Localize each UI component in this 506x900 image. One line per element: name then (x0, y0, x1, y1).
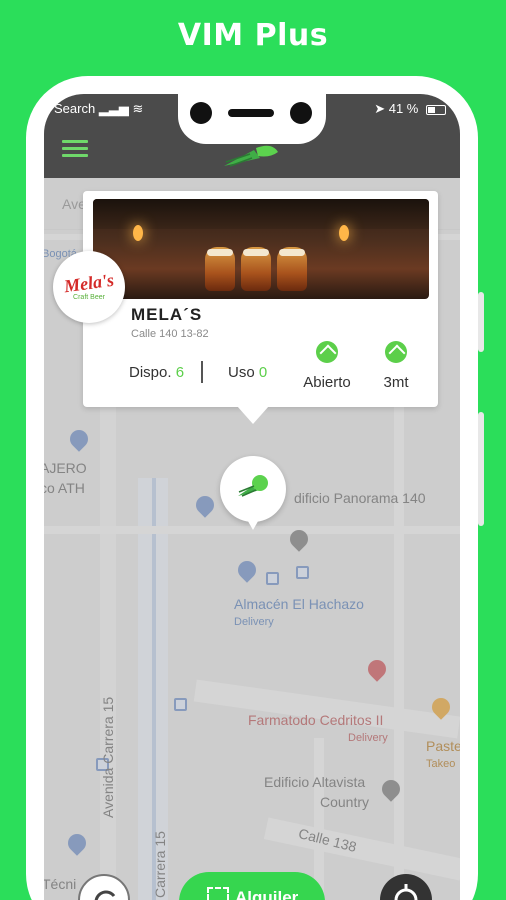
in-use-stat: Uso 0 (228, 364, 267, 381)
station-info-card[interactable]: Mela's Craft Beer MELA´S Calle 140 13-82… (53, 191, 438, 407)
location-icon: ➤ (374, 101, 386, 116)
refresh-icon (94, 890, 116, 900)
speaker-icon (228, 109, 274, 117)
scooter-icon (238, 475, 268, 497)
phone-notch (178, 94, 326, 144)
scan-icon (207, 887, 229, 900)
battery-percentage: 41 % (388, 101, 419, 116)
in-use-count: 0 (258, 364, 268, 381)
navigate-button[interactable]: 3mt (361, 341, 431, 391)
signal-icon: ▂▃▅ (98, 101, 129, 116)
navigation-arrow-icon (385, 341, 407, 363)
compass-icon (316, 341, 338, 363)
available-stat: Dispo. 6 (129, 364, 184, 381)
available-label: Dispo. (129, 364, 172, 381)
wifi-icon: ≋ (132, 101, 144, 116)
distance-label: 3mt (383, 374, 409, 391)
sensor-icon (290, 102, 312, 124)
scooter-station-marker[interactable] (220, 456, 286, 538)
brand-logo: Mela's Craft Beer (53, 251, 125, 323)
locate-icon (394, 884, 418, 900)
station-photo (93, 199, 429, 299)
camera-icon (190, 102, 212, 124)
rent-label: Alquiler (235, 888, 299, 900)
battery-icon (426, 104, 446, 115)
locate-button[interactable] (380, 874, 432, 900)
rent-button[interactable]: Alquiler (179, 872, 325, 900)
stat-divider (201, 361, 203, 383)
status-carrier: Search ▂▃▅ ≋ (54, 101, 143, 117)
banner-title: VIM Plus (177, 18, 329, 53)
refresh-button[interactable] (78, 874, 130, 900)
open-status-button[interactable]: Abierto (292, 341, 362, 391)
in-use-label: Uso (228, 364, 255, 381)
app-logo-icon (224, 145, 278, 167)
back-to-search[interactable]: Search (54, 101, 95, 116)
open-label: Abierto (303, 374, 351, 391)
card-pointer (237, 406, 269, 424)
top-app-bar: Search ▂▃▅ ≋ ➤ 41 % (44, 94, 460, 178)
menu-icon[interactable] (62, 140, 88, 158)
station-address: Calle 140 13-82 (131, 328, 209, 340)
available-count: 6 (175, 364, 185, 381)
phone-side-button (478, 292, 484, 352)
station-name: MELA´S (131, 305, 203, 324)
brand-logo-text: Mela's (62, 269, 116, 297)
status-battery: ➤ 41 % (374, 101, 446, 117)
app-screen: Bogotá AJERO co ATH dificio Panorama 140… (44, 94, 460, 900)
phone-side-button (478, 412, 484, 526)
